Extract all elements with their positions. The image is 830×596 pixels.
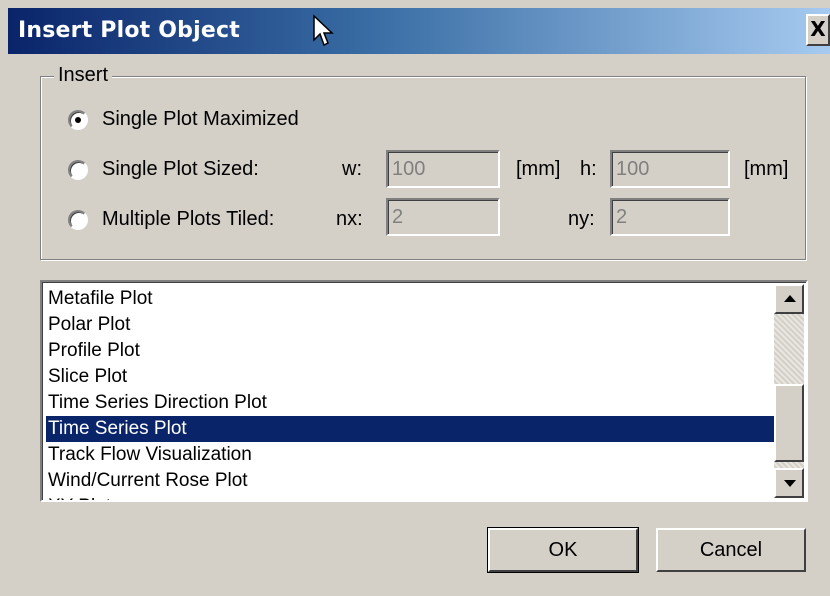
nx-field[interactable]: 2: [386, 198, 500, 236]
mouse-cursor-icon: [313, 14, 334, 47]
list-item[interactable]: Profile Plot: [46, 338, 780, 364]
window-title: Insert Plot Object: [18, 18, 240, 43]
label-h: h:: [580, 158, 597, 180]
label-w: w:: [342, 158, 362, 180]
label-multiple-plots-tiled[interactable]: Multiple Plots Tiled:: [102, 208, 274, 231]
list-scrollbar[interactable]: [774, 284, 804, 498]
radio-selected-dot: [75, 117, 81, 123]
title-bar[interactable]: Insert Plot Object X: [8, 8, 830, 54]
width-field[interactable]: 100: [386, 150, 500, 188]
scroll-down-button[interactable]: [774, 468, 804, 498]
label-h-unit: [mm]: [744, 158, 789, 180]
arrow-down-icon: [784, 480, 796, 487]
ok-button[interactable]: OK: [487, 527, 639, 573]
list-item[interactable]: Metafile Plot: [46, 286, 780, 312]
radio-single-plot-sized[interactable]: [68, 160, 88, 180]
insert-plot-object-dialog: Insert Plot Object X Insert Single Plot …: [0, 0, 830, 596]
radio-single-plot-maximized[interactable]: [68, 110, 88, 130]
arrow-up-icon: [784, 295, 796, 302]
height-field[interactable]: 100: [610, 150, 730, 188]
label-ny: ny:: [568, 208, 595, 230]
list-item[interactable]: Track Flow Visualization: [46, 442, 780, 468]
plot-type-list: Metafile Plot Polar Plot Profile Plot Sl…: [46, 286, 780, 500]
list-item[interactable]: Slice Plot: [46, 364, 780, 390]
plot-type-listbox[interactable]: Metafile Plot Polar Plot Profile Plot Sl…: [40, 280, 808, 502]
list-item[interactable]: Wind/Current Rose Plot: [46, 468, 780, 494]
label-w-unit: [mm]: [516, 158, 561, 180]
close-button[interactable]: X: [806, 14, 830, 46]
label-nx: nx:: [336, 208, 363, 230]
ny-field[interactable]: 2: [610, 198, 730, 236]
list-item[interactable]: Time Series Direction Plot: [46, 390, 780, 416]
list-item[interactable]: Polar Plot: [46, 312, 780, 338]
cancel-button[interactable]: Cancel: [656, 528, 806, 572]
label-single-plot-sized[interactable]: Single Plot Sized:: [102, 158, 259, 181]
insert-group-legend: Insert: [54, 64, 113, 87]
label-single-plot-maximized[interactable]: Single Plot Maximized: [102, 108, 299, 131]
scroll-thumb[interactable]: [774, 384, 804, 462]
list-item[interactable]: XY Plot: [46, 494, 780, 500]
list-item-selected[interactable]: Time Series Plot: [46, 416, 780, 442]
radio-multiple-plots-tiled[interactable]: [68, 210, 88, 230]
scroll-up-button[interactable]: [774, 284, 804, 314]
